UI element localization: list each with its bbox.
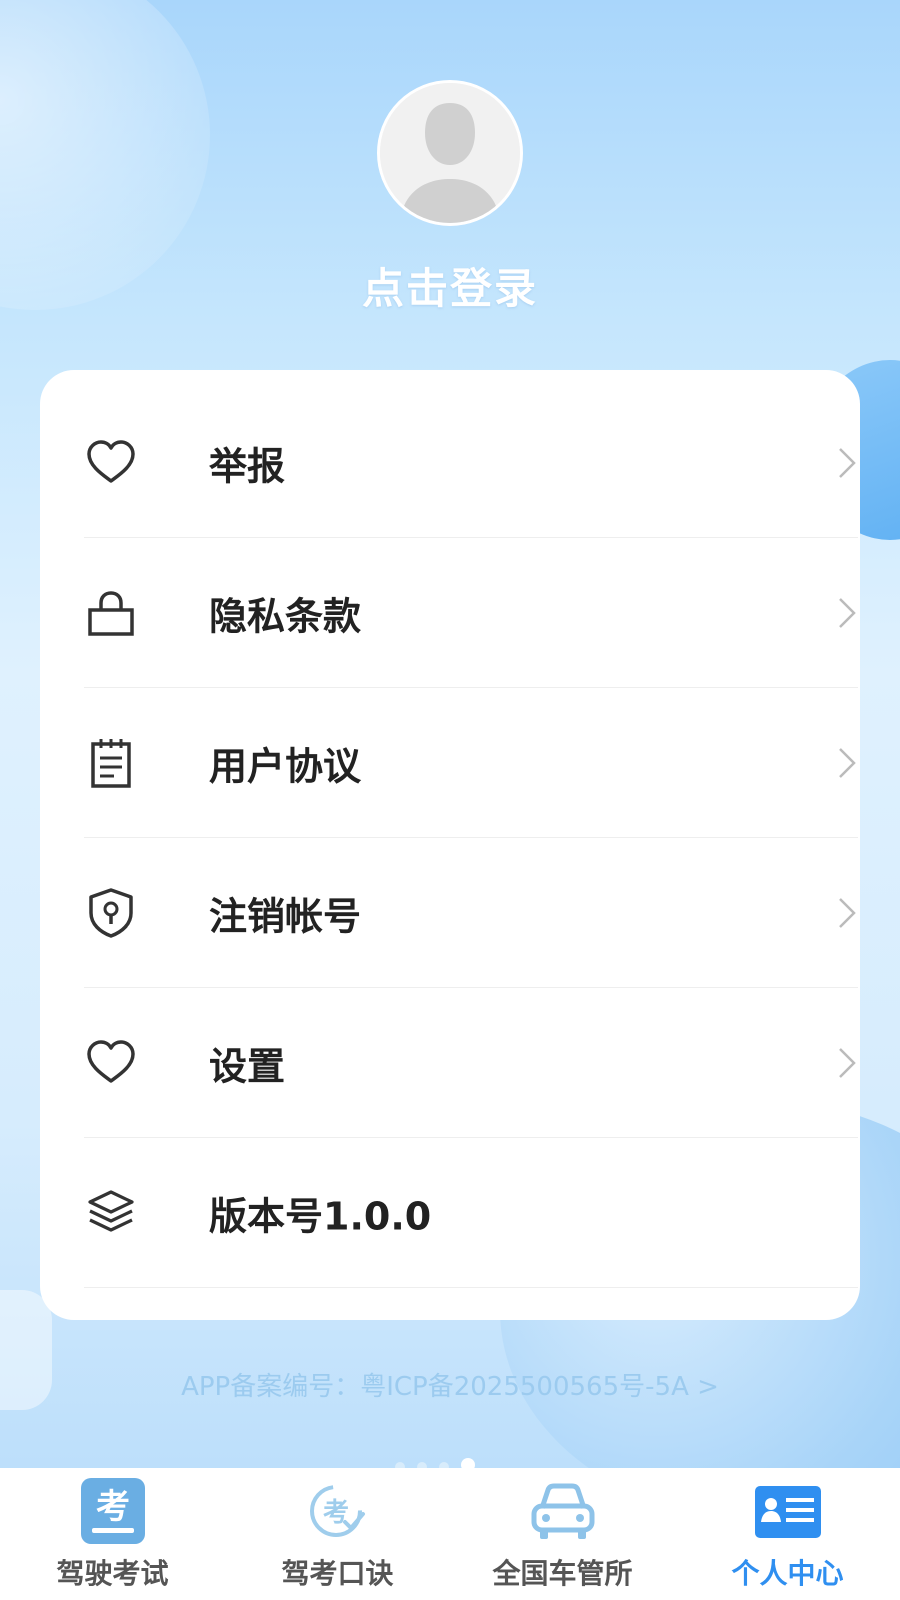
- menu-item-delete-account[interactable]: 注销帐号: [84, 838, 858, 988]
- tab-label: 个人中心: [731, 1557, 844, 1590]
- menu-item-label: 版本号1.0.0: [209, 1194, 432, 1238]
- chevron-right-icon: [839, 447, 856, 478]
- chevron-right-icon: [839, 747, 856, 778]
- tab-label: 全国车管所: [492, 1557, 633, 1590]
- login-link[interactable]: 点击登录: [0, 255, 900, 316]
- lock-icon: [88, 590, 134, 636]
- heart-icon: [87, 439, 135, 483]
- menu-item-privacy[interactable]: 隐私条款: [84, 538, 858, 688]
- formula-icon: 考: [309, 1485, 365, 1537]
- layers-icon: [88, 1189, 134, 1232]
- menu-item-agreement[interactable]: 用户协议: [84, 688, 858, 838]
- heart-icon: [87, 1039, 135, 1083]
- svg-text:考: 考: [96, 1487, 130, 1527]
- chevron-right-icon: [839, 597, 856, 628]
- id-card-icon: [754, 1486, 821, 1538]
- menu-item-label: 举报: [209, 444, 286, 488]
- tab-personal-center[interactable]: 个人中心: [675, 1468, 900, 1600]
- shield-lock-icon: [89, 887, 133, 938]
- tab-vehicle-office[interactable]: 全国车管所: [450, 1468, 675, 1600]
- menu-item-report[interactable]: 举报: [84, 388, 858, 538]
- tab-label: 驾考口诀: [281, 1557, 394, 1590]
- user-silhouette-icon: [380, 83, 520, 223]
- menu-item-settings[interactable]: 设置: [84, 988, 858, 1138]
- menu-item-label: 注销帐号: [209, 894, 362, 938]
- chevron-right-icon: [839, 897, 856, 928]
- tab-driving-exam[interactable]: 考 驾驶考试: [0, 1468, 225, 1600]
- notepad-icon: [91, 738, 131, 788]
- bottom-tab-bar: 考 驾驶考试 考 驾考口诀 全国车管所 个人中心: [0, 1468, 900, 1600]
- car-icon: [531, 1483, 594, 1539]
- tab-label: 驾驶考试: [56, 1557, 169, 1590]
- menu-card: 举报 隐私条款 用户协议 注销帐号 设置 版本号1.0.0: [40, 370, 860, 1320]
- menu-item-label: 用户协议: [209, 744, 362, 788]
- tab-exam-formula[interactable]: 考 驾考口诀: [225, 1468, 450, 1600]
- avatar[interactable]: [377, 80, 523, 226]
- menu-item-version[interactable]: 版本号1.0.0: [84, 1138, 858, 1288]
- exam-icon: 考: [80, 1478, 145, 1544]
- menu-item-label: 隐私条款: [209, 594, 362, 638]
- icp-record-link[interactable]: APP备案编号：粤ICP备2025500565号-5A >: [0, 1366, 900, 1403]
- page-indicator: [395, 1457, 487, 1472]
- menu-item-label: 设置: [209, 1044, 286, 1088]
- chevron-right-icon: [839, 1047, 856, 1078]
